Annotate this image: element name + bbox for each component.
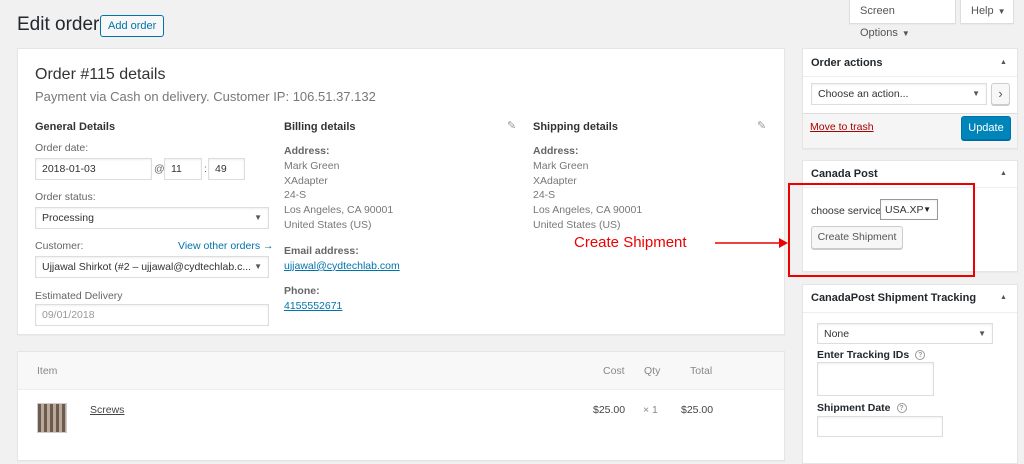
- edit-shipping-pencil-icon[interactable]: ✎: [757, 119, 766, 132]
- edit-billing-pencil-icon[interactable]: ✎: [507, 119, 516, 132]
- choose-service-label: choose service:: [811, 205, 884, 217]
- order-minute-input[interactable]: 49: [208, 158, 245, 180]
- caret-down-icon: ▼: [901, 29, 910, 38]
- order-subtitle: Payment via Cash on delivery. Customer I…: [35, 89, 376, 104]
- page-title: Edit order: [17, 14, 100, 35]
- tracking-service-select[interactable]: None ▼: [817, 323, 993, 344]
- collapse-caret-up-icon[interactable]: ▲: [1000, 294, 1007, 301]
- tracking-ids-label: Enter Tracking IDs: [817, 349, 910, 361]
- items-header-row: [18, 352, 784, 390]
- order-status-label: Order status:: [35, 191, 96, 203]
- billing-address-line: XAdapter: [284, 174, 328, 187]
- create-shipment-button[interactable]: Create Shipment: [811, 226, 903, 249]
- order-title: Order #115 details: [35, 66, 166, 83]
- divider: [803, 312, 1017, 313]
- caret-down-icon: ▼: [997, 7, 1006, 16]
- item-cost: $25.00: [593, 404, 626, 416]
- time-separator: :: [204, 163, 207, 175]
- product-thumbnail: [37, 403, 67, 433]
- chevron-down-icon: ▼: [254, 262, 262, 271]
- shipping-address: Address: Mark Green XAdapter 24-S Los An…: [533, 144, 642, 233]
- chevron-down-icon: ▼: [923, 205, 931, 214]
- service-select[interactable]: USA.XP ▼: [880, 199, 938, 220]
- shipping-address-line: 24-S: [533, 189, 556, 202]
- help-icon[interactable]: ?: [915, 350, 926, 360]
- order-date-input[interactable]: 2018-01-03: [35, 158, 152, 180]
- order-hour-input[interactable]: 11: [164, 158, 202, 180]
- billing-address-line: 24-S: [284, 189, 307, 202]
- shipping-address-line: Mark Green: [533, 159, 589, 172]
- collapse-caret-up-icon[interactable]: ▲: [1000, 170, 1007, 177]
- customer-select[interactable]: Ujjawal Shirkot (#2 – ujjawal@cydtechlab…: [35, 256, 269, 278]
- phone-label: Phone:: [284, 285, 320, 297]
- add-order-button[interactable]: Add order: [100, 15, 165, 37]
- customer-value: Ujjawal Shirkot (#2 – ujjawal@cydtechlab…: [42, 261, 252, 273]
- tracking-ids-label-row: Enter Tracking IDs?: [817, 349, 926, 361]
- billing-address-line: Mark Green: [284, 159, 340, 172]
- billing-phone: Phone: 4155552671: [284, 284, 342, 314]
- items-header-total: Total: [690, 365, 713, 377]
- billing-address: Address: Mark Green XAdapter 24-S Los An…: [284, 144, 393, 233]
- order-action-value: Choose an action...: [818, 88, 909, 100]
- service-value: USA.XP: [885, 204, 924, 216]
- items-header-qty: Qty: [644, 365, 661, 377]
- order-action-select[interactable]: Choose an action... ▼: [811, 83, 987, 105]
- divider: [803, 76, 1017, 77]
- chevron-down-icon: ▼: [972, 89, 980, 98]
- billing-details-heading: Billing details: [284, 121, 356, 133]
- collapse-caret-up-icon[interactable]: ▲: [1000, 59, 1007, 66]
- item-name-link[interactable]: Screws: [90, 404, 124, 416]
- help-tab[interactable]: Help ▼: [960, 0, 1014, 24]
- phone-link[interactable]: 4155552671: [284, 300, 342, 312]
- billing-address-line: United States (US): [284, 218, 372, 231]
- items-header-cost: Cost: [603, 365, 625, 377]
- shipping-address-line: XAdapter: [533, 174, 577, 187]
- billing-address-line: Los Angeles, CA 90001: [284, 204, 394, 217]
- order-actions-heading: Order actions: [811, 57, 883, 69]
- help-icon[interactable]: ?: [896, 403, 907, 413]
- canada-post-heading: Canada Post: [811, 168, 878, 180]
- item-total: $25.00: [681, 404, 714, 416]
- billing-email: Email address: ujjawal@cydtechlab.com: [284, 244, 400, 274]
- order-status-value: Processing: [42, 212, 94, 224]
- update-button[interactable]: Update: [961, 116, 1011, 140]
- chevron-down-icon: ▼: [978, 329, 986, 338]
- items-header-item: Item: [37, 365, 58, 377]
- annotation-label: Create Shipment: [574, 234, 687, 251]
- estimated-delivery-input[interactable]: 09/01/2018: [35, 304, 269, 326]
- customer-label: Customer:: [35, 240, 84, 252]
- view-other-orders-link[interactable]: View other orders →: [178, 240, 274, 252]
- general-details-heading: General Details: [35, 121, 116, 133]
- email-label: Email address:: [284, 245, 359, 257]
- annotation-arrow-icon: [715, 238, 788, 248]
- shipment-date-label-row: Shipment Date?: [817, 402, 907, 414]
- tracking-service-value: None: [824, 328, 850, 340]
- shipping-details-heading: Shipping details: [533, 121, 618, 133]
- apply-action-button[interactable]: ›: [991, 83, 1010, 105]
- shipment-date-input[interactable]: [817, 416, 943, 437]
- shipping-address-label: Address:: [533, 145, 579, 157]
- move-to-trash-link[interactable]: Move to trash: [810, 121, 874, 133]
- screen-options-tab[interactable]: Screen Options ▼: [849, 0, 956, 39]
- order-status-select[interactable]: Processing ▼: [35, 207, 269, 229]
- estimated-delivery-label: Estimated Delivery: [35, 290, 123, 302]
- billing-address-label: Address:: [284, 145, 330, 157]
- email-link[interactable]: ujjawal@cydtechlab.com: [284, 260, 400, 272]
- item-qty: × 1: [643, 404, 658, 416]
- order-date-label: Order date:: [35, 142, 89, 154]
- screen-options-label: Screen Options: [860, 5, 898, 39]
- shipment-date-label: Shipment Date: [817, 402, 891, 414]
- tracking-heading: CanadaPost Shipment Tracking: [811, 292, 977, 304]
- shipping-address-line: Los Angeles, CA 90001: [533, 204, 643, 217]
- tracking-ids-textarea[interactable]: [817, 362, 934, 396]
- shipping-address-line: United States (US): [533, 218, 621, 231]
- chevron-down-icon: ▼: [254, 213, 262, 222]
- help-label: Help: [971, 5, 994, 17]
